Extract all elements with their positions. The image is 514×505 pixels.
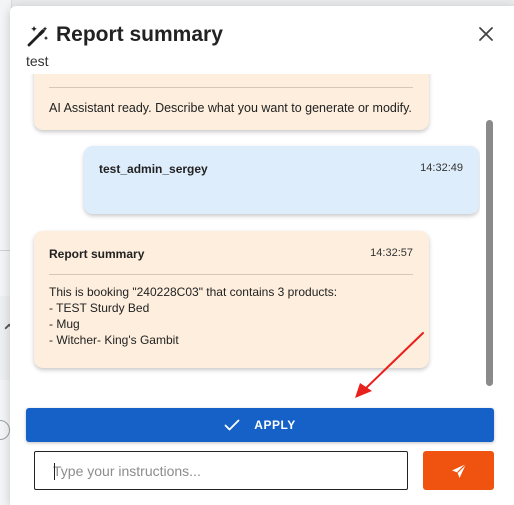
message-divider <box>49 87 413 88</box>
message-line: This is booking "240228C03" that contain… <box>49 285 338 299</box>
message-line: - Mug <box>49 317 80 331</box>
user-message: test_admin_sergey 14:32:49 <box>84 146 479 214</box>
message-text: This is booking "240228C03" that contain… <box>49 284 337 348</box>
chat-scrollbar-thumb[interactable] <box>486 120 493 386</box>
message-line: - Witcher- King's Gambit <box>49 333 179 347</box>
message-line: - TEST Sturdy Bed <box>49 301 150 315</box>
dialog-subtitle: test <box>26 53 49 69</box>
message-timestamp: 14:32:57 <box>370 247 413 259</box>
dialog-title: Report summary <box>56 23 223 46</box>
chat-message-list[interactable]: AI Assistant ready. Describe what you wa… <box>26 74 480 392</box>
magic-wand-icon <box>27 26 49 47</box>
instructions-input-box[interactable] <box>34 451 408 490</box>
message-text: AI Assistant ready. Describe what you wa… <box>49 101 412 115</box>
message-timestamp: 14:32:49 <box>420 162 463 174</box>
message-sender: test_admin_sergey <box>99 162 208 176</box>
instructions-input[interactable] <box>35 452 407 489</box>
text-caret <box>54 463 55 480</box>
assistant-message: AI Assistant ready. Describe what you wa… <box>34 74 429 130</box>
ai-assistant-dialog: Report summary test AI Assistant ready. … <box>10 6 514 505</box>
check-icon <box>224 419 240 431</box>
send-icon <box>451 463 466 478</box>
send-button[interactable] <box>423 451 494 490</box>
assistant-message: Report summary 14:32:57 This is booking … <box>34 231 429 368</box>
message-sender: Report summary <box>49 247 145 261</box>
apply-button-label: APPLY <box>254 418 296 432</box>
close-icon[interactable] <box>476 24 496 44</box>
message-divider <box>49 274 413 275</box>
apply-button[interactable]: APPLY <box>26 408 494 442</box>
